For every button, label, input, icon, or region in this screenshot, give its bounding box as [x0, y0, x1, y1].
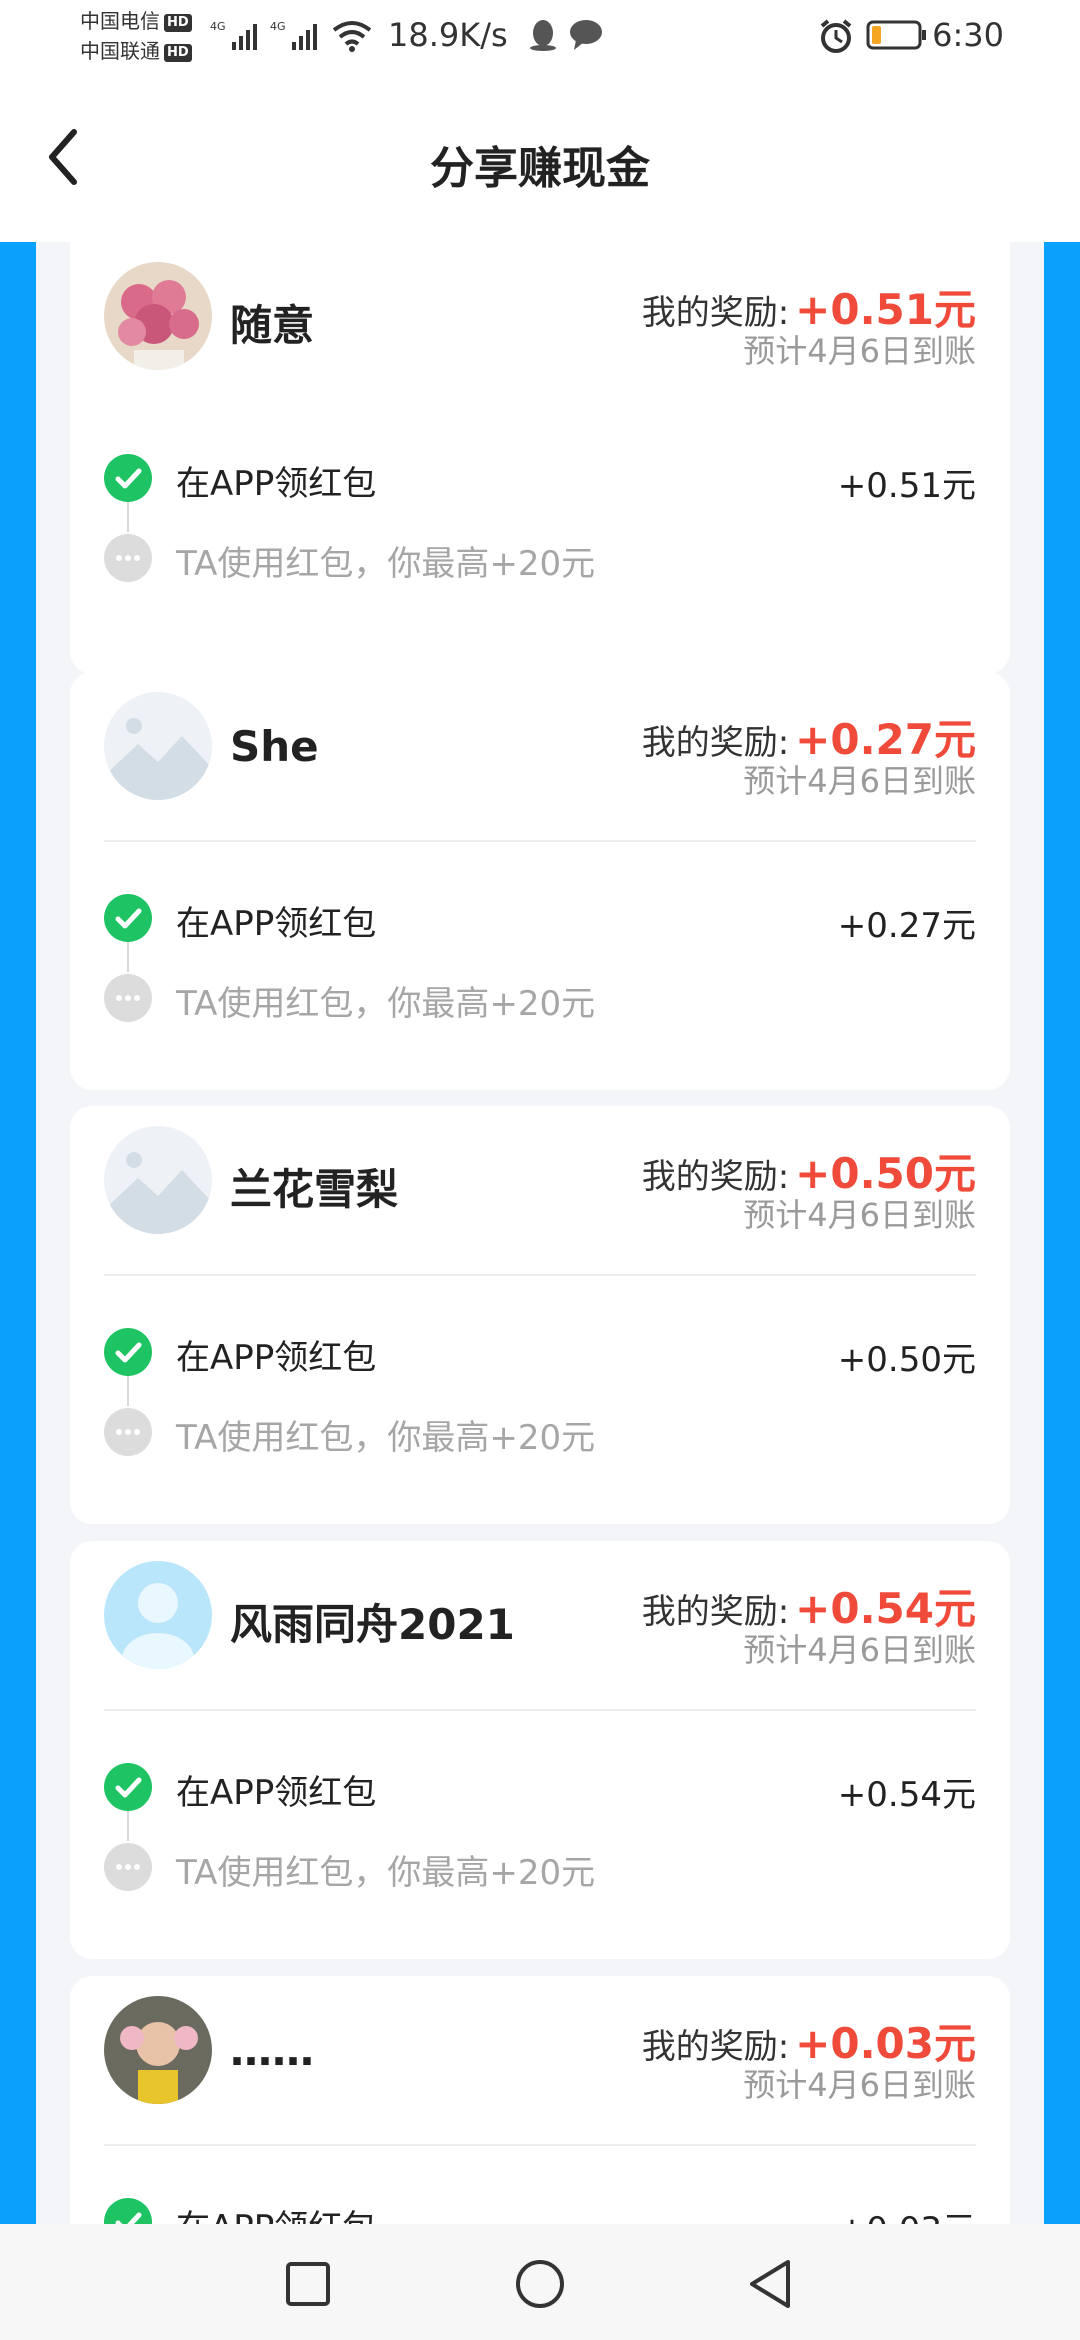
timeline-connector — [127, 1376, 129, 1406]
step-claim-label: 在APP领红包 — [176, 2200, 376, 2224]
avatar[interactable] — [104, 1561, 212, 1669]
reward-list-area[interactable]: 随意 我的奖励: +0.51元 预计4月6日到账 在APP领红包 +0.51元 TA使用红包… — [0, 242, 1080, 2224]
avatar[interactable] — [104, 262, 212, 370]
eta-text: 预计4月6日到账 — [743, 1196, 976, 1234]
user-name: 风雨同舟2021 — [230, 1600, 515, 1649]
check-icon — [104, 1763, 152, 1811]
page-title: 分享赚现金 — [430, 143, 650, 194]
carrier-2: 中国联通 — [80, 39, 160, 63]
hd-badge: HD — [164, 44, 192, 62]
qq-icon — [530, 20, 556, 51]
alarm-icon — [820, 19, 852, 53]
more-dots-icon — [104, 1843, 152, 1891]
step-use-label: TA使用红包，你最高+20元 — [176, 984, 596, 1024]
step-claim-label: 在APP领红包 — [176, 1773, 377, 1813]
check-icon — [104, 454, 152, 502]
timeline-connector — [127, 502, 129, 532]
status-bar: 中国电信 HD 中国联通 HD 4G 4G 18.9K/s 6:30 — [0, 0, 1080, 72]
reward-card[interactable]: 随意 我的奖励: +0.51元 预计4月6日到账 在APP领红包 +0.51元 TA使用红包… — [70, 242, 1010, 674]
reward-card[interactable]: She 我的奖励: +0.27元 预计4月6日到账 在APP领红包 +0.27元 TA使用红… — [70, 672, 1010, 1090]
eta-text: 预计4月6日到账 — [743, 332, 976, 370]
eta-text: 预计4月6日到账 — [743, 762, 976, 800]
step-use-label: TA使用红包，你最高+20元 — [176, 1418, 596, 1458]
back-nav-button[interactable] — [744, 2258, 796, 2310]
step-use-label: TA使用红包，你最高+20元 — [176, 544, 596, 584]
step-claim-amount: +0.50元 — [837, 1340, 976, 1380]
user-name: 兰花雪梨 — [230, 1165, 399, 1214]
recent-apps-button[interactable] — [284, 2260, 332, 2308]
step-claim-amount: +0.54元 — [837, 1775, 976, 1815]
step-claim-label: 在APP领红包 — [176, 1338, 377, 1378]
step-use-label: TA使用红包，你最高+20元 — [176, 1853, 596, 1893]
network-type: 4G — [210, 20, 226, 33]
battery-icon — [866, 20, 926, 50]
more-dots-icon — [104, 534, 152, 582]
wifi-icon — [332, 21, 372, 52]
carrier-info: 中国电信 HD 中国联通 HD — [80, 6, 192, 66]
reward-card[interactable]: 风雨同舟2021 我的奖励: +0.54元 预计4月6日到账 在APP领红包 +0.54元… — [70, 1541, 1010, 1959]
timeline-connector — [127, 1811, 129, 1841]
reward-card[interactable]: 兰花雪梨 我的奖励: +0.50元 预计4月6日到账 在APP领红包 +0.50元 TA使用… — [70, 1106, 1010, 1524]
user-name: She — [230, 722, 319, 771]
hd-badge: HD — [164, 14, 192, 32]
system-nav-bar — [0, 2224, 1080, 2340]
avatar[interactable] — [104, 1996, 212, 2104]
reward-card[interactable]: ……我的奖励:+0.03元预计4月6日到账在APP领红包+0.03元TA使用红包… — [70, 1976, 1010, 2224]
more-dots-icon — [104, 1408, 152, 1456]
step-claim-amount: +0.27元 — [837, 906, 976, 946]
step-claim-amount: +0.51元 — [837, 466, 976, 506]
chat-icon — [570, 20, 602, 50]
network-type: 4G — [270, 20, 286, 33]
home-button[interactable] — [514, 2260, 566, 2312]
divider — [104, 1274, 976, 1276]
divider — [104, 1709, 976, 1711]
avatar[interactable] — [104, 1126, 212, 1234]
check-icon — [104, 894, 152, 942]
eta-text: 预计4月6日到账 — [743, 1631, 976, 1669]
net-speed: 18.9K/s — [388, 16, 508, 54]
step-claim-label: 在APP领红包 — [176, 904, 377, 944]
eta-text: 预计4月6日到账 — [743, 2066, 976, 2104]
timeline-connector — [127, 942, 129, 972]
carrier-1: 中国电信 — [80, 9, 160, 33]
check-icon — [104, 2198, 152, 2224]
clock: 6:30 — [932, 16, 1004, 54]
app-header: 分享赚现金 — [0, 72, 1080, 242]
step-claim-label: 在APP领红包 — [176, 464, 377, 504]
signal-icon: 4G — [270, 20, 317, 50]
more-dots-icon — [104, 974, 152, 1022]
divider — [104, 2144, 976, 2146]
divider — [104, 840, 976, 842]
signal-icon: 4G — [210, 20, 257, 50]
user-name: 随意 — [230, 301, 315, 350]
avatar[interactable] — [104, 692, 212, 800]
user-name: …… — [230, 2026, 314, 2075]
step-claim-amount: +0.03元 — [838, 2202, 976, 2224]
check-icon — [104, 1328, 152, 1376]
reward-list: 随意 我的奖励: +0.51元 预计4月6日到账 在APP领红包 +0.51元 TA使用红包… — [36, 242, 1044, 2224]
